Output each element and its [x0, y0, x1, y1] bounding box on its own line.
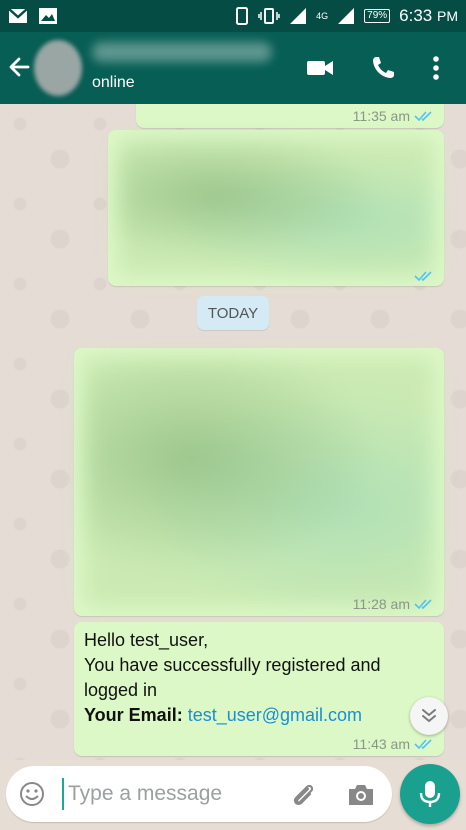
message-line: You have successfully registered and [84, 655, 381, 675]
clock-ampm: PM [437, 8, 458, 24]
battery-level: 79% [364, 9, 391, 23]
mic-icon [419, 781, 441, 807]
email-label: Your Email: [84, 705, 183, 725]
mic-button[interactable] [400, 764, 460, 824]
phone-outline-icon [236, 7, 249, 25]
network-type: 4G [316, 11, 329, 21]
avatar[interactable] [34, 40, 82, 96]
double-chevron-down-icon [422, 709, 436, 723]
message-time: 11:43 am [352, 736, 410, 752]
message-bubble-blurred[interactable]: 11:28 am [74, 348, 444, 616]
gmail-icon [8, 8, 28, 23]
clock: 6:33 PM [399, 6, 458, 26]
message-time: 11:35 am [352, 108, 410, 124]
message-bubble[interactable]: 11:35 am [136, 104, 444, 128]
status-bar: 4G 79% 6:33 PM [0, 0, 466, 32]
message-email-line: Your Email: test_user@gmail.com [84, 703, 432, 728]
chat-area[interactable]: 11:35 am TODAY 11:28 am Hello test_user, [0, 104, 466, 760]
video-call-icon[interactable] [305, 54, 335, 82]
phone-icon[interactable] [369, 54, 399, 82]
message-meta [414, 270, 434, 282]
read-ticks-icon [414, 739, 432, 750]
message-bubble-blurred[interactable] [108, 130, 444, 286]
signal-icon-2 [338, 8, 355, 24]
message-input[interactable] [62, 778, 272, 810]
message-greeting: Hello test_user, [84, 630, 209, 650]
clock-time: 6:33 [399, 6, 433, 25]
arrow-left-icon[interactable] [8, 54, 30, 80]
camera-icon[interactable] [346, 782, 376, 808]
blurred-content [84, 358, 434, 606]
message-line: logged in [84, 680, 158, 700]
message-meta: 11:28 am [353, 596, 434, 612]
contact-name-blurred[interactable] [92, 42, 272, 62]
read-ticks-icon [414, 599, 432, 610]
vibrate-icon [258, 8, 280, 24]
read-ticks-icon [414, 111, 432, 122]
scroll-down-button[interactable] [410, 697, 448, 735]
message-time: 11:28 am [352, 596, 410, 612]
message-meta: 11:43 am [353, 736, 434, 752]
email-link[interactable]: test_user@gmail.com [188, 705, 362, 725]
blurred-content [118, 140, 434, 276]
signal-icon [290, 8, 307, 24]
message-meta: 11:35 am [353, 108, 434, 124]
message-text: Hello test_user, You have successfully r… [84, 628, 432, 728]
more-vert-icon[interactable] [426, 54, 446, 82]
read-ticks-icon [414, 271, 432, 282]
chat-header: online [0, 32, 466, 104]
date-separator: TODAY [197, 296, 269, 330]
image-icon [39, 8, 57, 24]
contact-status: online [92, 74, 135, 91]
message-bubble[interactable]: Hello test_user, You have successfully r… [74, 622, 444, 756]
message-composer [6, 766, 392, 822]
emoji-icon[interactable] [18, 780, 46, 808]
paperclip-icon[interactable] [288, 780, 318, 810]
